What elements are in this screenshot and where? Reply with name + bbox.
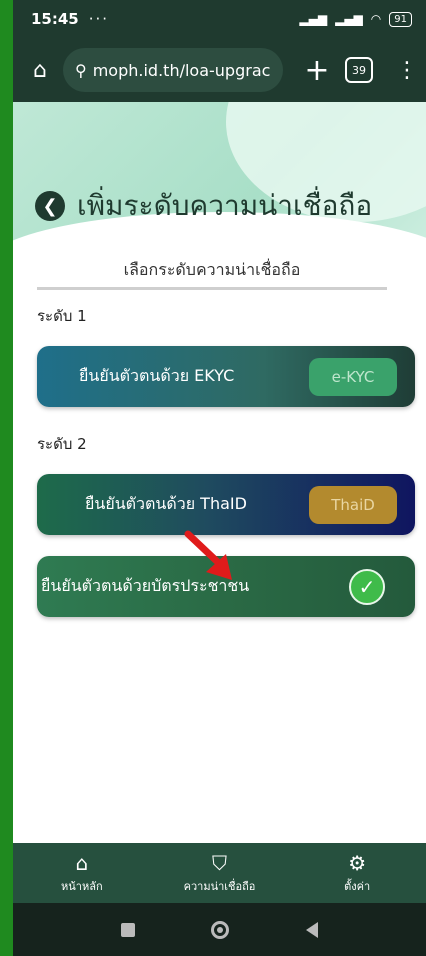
shield-check-icon: ⛉ (212, 850, 227, 875)
home-nav-icon: ⌂ (75, 850, 89, 875)
thaid-option-card[interactable]: ยืนยันตัวตนด้วย ThaID ThaiD (37, 474, 415, 535)
thaid-badge: ThaiD (309, 485, 397, 524)
red-arrow-icon (184, 530, 232, 580)
system-home-button[interactable] (211, 920, 230, 939)
new-tab-button[interactable]: + (299, 53, 335, 88)
status-icons: ▂▄▆ ▂▄▆ ◠ 91 (299, 11, 412, 27)
nav-settings-label: ตั้งค่า (344, 879, 371, 893)
notification-dots: ··· (88, 10, 110, 28)
left-edge-strip (0, 0, 13, 956)
title-row: ❮ เพิ่มระดับความน่าเชื่อถือ (35, 184, 372, 228)
ekyc-option-card[interactable]: ยืนยันตัวตนด้วย EKYC e-KYC (37, 346, 415, 407)
system-navigation-bar (13, 903, 426, 956)
nav-home-label: หน้าหลัก (61, 879, 103, 893)
signal-icon: ▂▄▆ (299, 12, 328, 26)
ekyc-option-label: ยืนยันตัวตนด้วย EKYC (79, 366, 235, 385)
battery-icon: 91 (389, 11, 412, 27)
url-field[interactable]: ⚲ moph.id.th/loa-upgrac (63, 48, 283, 92)
page-title: เพิ่มระดับความน่าเชื่อถือ (77, 189, 373, 222)
level-1-label: ระดับ 1 (37, 307, 87, 325)
nav-trust-label: ความน่าเชื่อถือ (183, 879, 256, 893)
gear-icon: ⚙ (348, 850, 367, 875)
nav-home[interactable]: ⌂ หน้าหลัก (13, 843, 151, 903)
back-arrow-icon[interactable]: ❮ (35, 191, 65, 221)
menu-icon[interactable]: ⋮ (396, 58, 418, 83)
url-text: moph.id.th/loa-upgrac (92, 60, 271, 80)
ekyc-badge: e-KYC (309, 357, 397, 396)
status-bar: 15:45 ··· ▂▄▆ ▂▄▆ ◠ 91 (13, 0, 426, 38)
site-settings-icon[interactable]: ⚲ (75, 61, 87, 80)
check-icon: ✓ (349, 568, 385, 605)
signal2-icon: ▂▄▆ (335, 12, 363, 26)
bottom-navigation: ⌂ หน้าหลัก ⛉ ความน่าเชื่อถือ ⚙ ตั้งค่า (13, 843, 426, 903)
tabs-button[interactable]: 39 (345, 57, 373, 83)
page-subtitle: เลือกระดับความน่าเชื่อถือ (123, 260, 301, 279)
nav-settings[interactable]: ⚙ ตั้งค่า (288, 843, 426, 903)
level-2-label: ระดับ 2 (37, 435, 87, 453)
thaid-option-label: ยืนยันตัวตนด้วย ThaID (85, 494, 247, 513)
home-icon[interactable]: ⌂ (23, 53, 57, 87)
wifi-icon: ◠ (370, 12, 382, 26)
recents-button[interactable] (121, 922, 136, 937)
divider (37, 287, 387, 290)
header-banner (13, 102, 426, 252)
nav-trust[interactable]: ⛉ ความน่าเชื่อถือ (151, 843, 289, 903)
status-time: 15:45 (31, 10, 79, 28)
browser-toolbar: ⌂ ⚲ moph.id.th/loa-upgrac + 39 ⋮ (13, 38, 426, 102)
system-back-button[interactable] (305, 921, 318, 938)
